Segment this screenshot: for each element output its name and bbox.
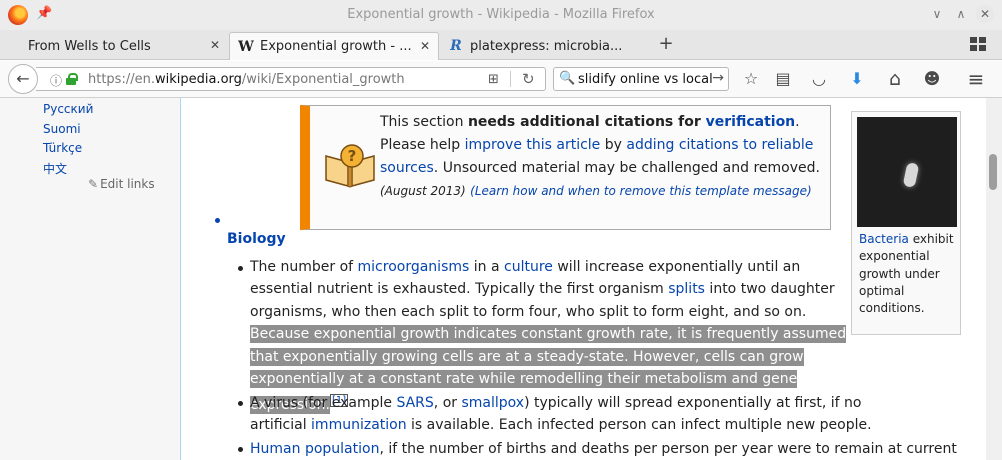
- list-item-virus: A virus (for example SARS, or smallpox) …: [250, 392, 910, 437]
- search-value[interactable]: slidify online vs local: [578, 72, 713, 87]
- back-button[interactable]: ←: [8, 64, 38, 94]
- b2-g: is available. Each infected person can i…: [406, 417, 872, 434]
- tab-label: platexpress: microbia...: [470, 38, 623, 54]
- citation-notice-text: This section needs additional citations …: [380, 111, 825, 203]
- b2-c: , or: [433, 395, 462, 411]
- url-path: /wiki/Exponential_growth: [241, 72, 405, 87]
- wikipedia-icon: W: [238, 38, 254, 55]
- bacteria-link[interactable]: Bacteria: [859, 232, 909, 246]
- pencil-icon: ✎: [88, 177, 99, 191]
- notice-t6: by: [600, 137, 627, 153]
- edit-links-label: Edit links: [100, 177, 155, 191]
- tab-close-icon[interactable]: ✕: [420, 39, 430, 53]
- search-go-icon[interactable]: →: [712, 70, 724, 86]
- pocket-icon[interactable]: ◡: [808, 68, 830, 90]
- bookmark-star-icon[interactable]: ☆: [740, 68, 762, 90]
- reading-list-icon[interactable]: ▤: [772, 68, 794, 90]
- tab-from-wells-to-cells[interactable]: From Wells to Cells ✕: [18, 32, 228, 60]
- culture-link[interactable]: culture: [504, 259, 553, 275]
- tab-overview-icon[interactable]: [970, 37, 986, 51]
- search-input[interactable]: 🔍 slidify online vs local →: [553, 67, 729, 91]
- notice-t2: needs additional citations for: [467, 114, 706, 130]
- tab-label: Exponential growth - ...: [260, 39, 412, 54]
- url-text[interactable]: https://en.wikipedia.org/wiki/Exponentia…: [88, 72, 405, 87]
- edit-links-button[interactable]: ✎ Edit links: [88, 177, 155, 191]
- close-window-button[interactable]: ✕: [976, 5, 994, 23]
- url-bar[interactable]: ⓘ https://en.wikipedia.org/wiki/Exponent…: [36, 67, 546, 91]
- search-icon: 🔍: [559, 71, 576, 86]
- new-tab-button[interactable]: +: [656, 34, 676, 54]
- tab-platexpress[interactable]: R platexpress: microbia...: [440, 32, 650, 60]
- citation-notice-box: ? This section needs additional citation…: [300, 105, 831, 230]
- downloads-icon[interactable]: ⬇: [846, 68, 868, 90]
- svg-text:?: ?: [348, 147, 357, 165]
- human-population-link[interactable]: Human population: [250, 441, 379, 457]
- left-sidebar: Русский Suomi Türkçe 中文 ✎ Edit links: [0, 98, 181, 460]
- site-info-icon[interactable]: ⓘ: [50, 72, 62, 89]
- splits-link[interactable]: splits: [668, 281, 705, 297]
- improve-article-link[interactable]: improve this article: [465, 137, 601, 153]
- bacteria-image[interactable]: [857, 117, 957, 227]
- b1-a: The number of: [250, 259, 358, 275]
- reload-icon[interactable]: ↻: [522, 70, 535, 88]
- list-bullet: [238, 266, 243, 271]
- thumbnail-caption: Bacteria exhibit exponential growth unde…: [859, 231, 959, 317]
- title-bar: 📌 Exponential growth - Wikipedia - Mozil…: [0, 0, 1002, 30]
- url-separator: [510, 71, 511, 87]
- smallpox-link[interactable]: smallpox: [461, 395, 524, 411]
- notice-date: (August 2013): [380, 184, 466, 198]
- notice-t1: This section: [380, 114, 468, 130]
- minimize-button[interactable]: ∨: [928, 5, 946, 23]
- page-scrollbar[interactable]: [986, 98, 1002, 460]
- open-book-question-icon: ?: [325, 144, 375, 188]
- bacteria-thumbnail: Bacteria exhibit exponential growth unde…: [851, 111, 961, 335]
- url-domain: wikipedia.org: [154, 72, 242, 87]
- tab-label: From Wells to Cells: [28, 38, 151, 54]
- lang-link-chinese[interactable]: 中文: [43, 160, 67, 177]
- page-viewport: Русский Suomi Türkçe 中文 ✎ Edit links ? Th…: [0, 98, 1002, 460]
- tab-exponential-growth[interactable]: W Exponential growth - ... ✕: [229, 32, 439, 60]
- menu-icon[interactable]: ≡: [965, 68, 987, 90]
- reader-view-icon[interactable]: ⊞: [488, 72, 499, 87]
- b1-c: in a: [469, 259, 505, 275]
- b3-b: , if the number of births and deaths per…: [379, 441, 957, 457]
- url-prefix: https://en.: [88, 72, 155, 87]
- article-content: ? This section needs additional citation…: [181, 98, 986, 460]
- sars-link[interactable]: SARS: [396, 395, 433, 411]
- lang-link-russian[interactable]: Русский: [43, 102, 93, 116]
- lock-icon[interactable]: [66, 73, 78, 85]
- biology-heading-link[interactable]: Biology: [227, 231, 286, 247]
- lang-link-turkish[interactable]: Türkçe: [43, 141, 82, 155]
- list-item-human-population: Human population, if the number of birth…: [250, 438, 970, 460]
- list-bullet: [238, 447, 243, 452]
- microorganisms-link[interactable]: microorganisms: [358, 259, 470, 275]
- chat-icon[interactable]: ☻: [921, 68, 943, 90]
- lang-link-finnish[interactable]: Suomi: [43, 122, 81, 136]
- scrollbar-thumb[interactable]: [989, 154, 997, 190]
- tab-strip: From Wells to Cells ✕ W Exponential grow…: [0, 30, 1002, 60]
- home-icon[interactable]: ⌂: [884, 68, 906, 90]
- b2-a: A virus (for example: [250, 395, 397, 411]
- immunization-link[interactable]: immunization: [311, 417, 407, 433]
- list-bullet: [238, 401, 243, 406]
- window-title: Exponential growth - Wikipedia - Mozilla…: [347, 7, 655, 22]
- bacterium-shape: [902, 162, 920, 188]
- maximize-button[interactable]: ∧: [952, 5, 970, 23]
- learn-remove-template-link[interactable]: (Learn how and when to remove this templ…: [470, 184, 811, 198]
- r-project-icon: R: [450, 38, 462, 54]
- notice-t8: . Unsourced material may be challenged a…: [433, 160, 820, 176]
- tab-close-icon[interactable]: ✕: [210, 38, 220, 52]
- list-bullet: [215, 218, 220, 223]
- verification-link[interactable]: verification: [706, 114, 796, 130]
